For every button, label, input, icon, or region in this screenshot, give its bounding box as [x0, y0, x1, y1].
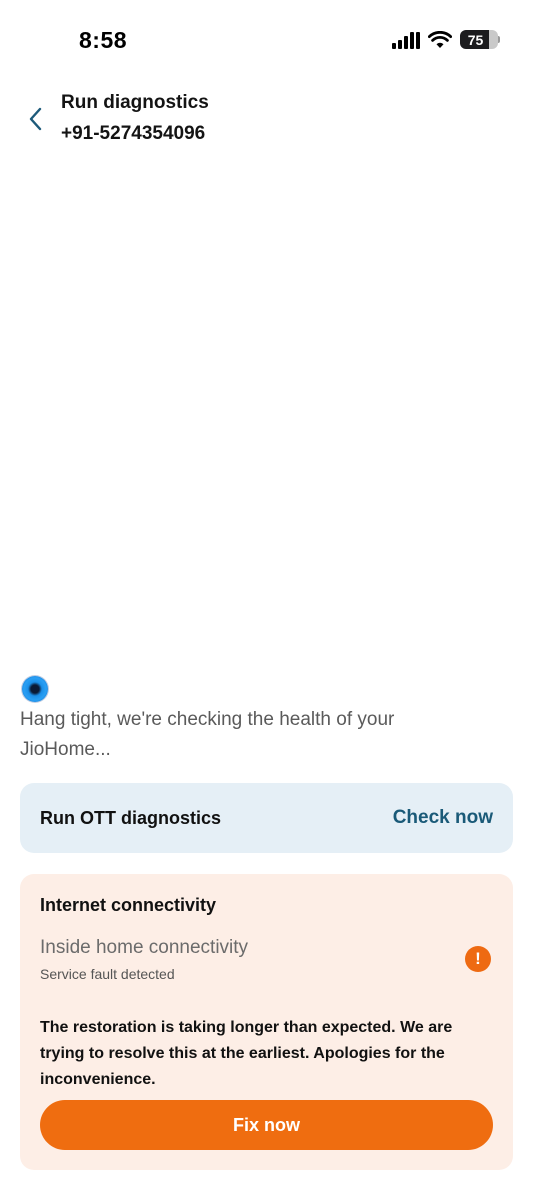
back-button[interactable]	[22, 104, 48, 134]
wifi-icon	[428, 30, 452, 48]
inside-home-connectivity-label: Inside home connectivity	[40, 937, 249, 958]
internet-card-title: Internet connectivity	[40, 895, 217, 915]
phone-number: +91-5274354096	[61, 123, 206, 144]
fix-now-button[interactable]: Fix now	[40, 1100, 493, 1150]
alert-icon: !	[465, 946, 491, 972]
service-fault-status: Service fault detected	[40, 966, 175, 982]
signal-icon	[392, 31, 420, 49]
chevron-left-icon	[29, 107, 42, 131]
page-title: Run diagnostics	[61, 92, 209, 113]
loading-spinner-icon	[22, 676, 48, 702]
diagnostics-screen: 8:58 75 Run diagnostics +91-5274354096 H…	[0, 0, 553, 1200]
status-icons: 75	[392, 30, 500, 49]
internet-connectivity-card: Internet connectivity Inside home connec…	[20, 874, 513, 1170]
ott-diagnostics-card: Run OTT diagnostics Check now	[20, 783, 513, 853]
battery-level: 75	[467, 31, 484, 48]
loading-message: Hang tight, we're checking the health of…	[20, 709, 395, 760]
status-time: 8:58	[79, 27, 128, 53]
restoration-message: The restoration is taking longer than ex…	[40, 1019, 453, 1088]
check-now-button[interactable]: Check now	[393, 807, 493, 829]
battery-icon: 75	[460, 30, 498, 49]
ott-card-title: Run OTT diagnostics	[40, 807, 222, 828]
